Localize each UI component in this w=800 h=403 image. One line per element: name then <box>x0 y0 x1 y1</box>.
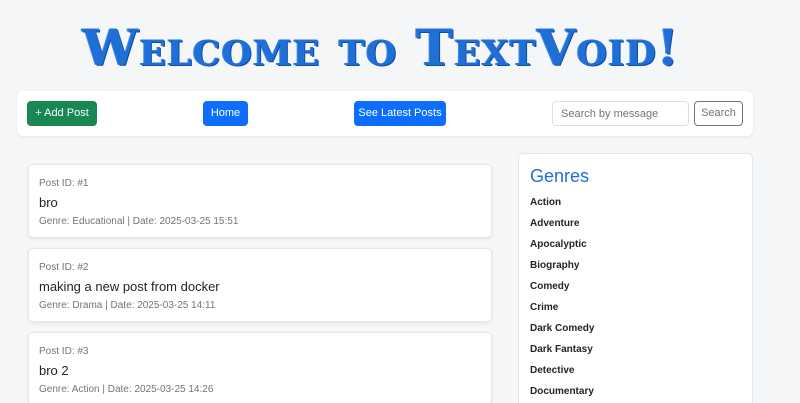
post-id: Post ID: #3 <box>39 346 89 357</box>
genre-link-dark-fantasy[interactable]: Dark Fantasy <box>530 339 741 360</box>
genre-link-action[interactable]: Action <box>530 192 741 213</box>
home-button[interactable]: Home <box>203 101 248 126</box>
search-button[interactable]: Search <box>694 101 743 126</box>
post-card[interactable]: Post ID: #3 bro 2 Genre: Action | Date: … <box>28 332 492 403</box>
genre-link-apocalyptic[interactable]: Apocalyptic <box>530 234 741 255</box>
genre-link-biography[interactable]: Biography <box>530 255 741 276</box>
post-message: making a new post from docker <box>39 279 220 294</box>
site-title: Welcome to TextVoid! <box>82 18 680 77</box>
toolbar: + Add Post Home See Latest Posts Search <box>17 91 753 136</box>
post-message: bro 2 <box>39 363 69 378</box>
genre-link-crime[interactable]: Crime <box>530 297 741 318</box>
genre-link-detective[interactable]: Detective <box>530 360 741 381</box>
genre-link-adventure[interactable]: Adventure <box>530 213 741 234</box>
post-card[interactable]: Post ID: #2 making a new post from docke… <box>28 248 492 322</box>
post-id: Post ID: #2 <box>39 262 89 273</box>
post-id: Post ID: #1 <box>39 178 89 189</box>
post-message: bro <box>39 195 58 210</box>
genre-link-documentary[interactable]: Documentary <box>530 381 741 402</box>
genres-sidebar: Genres Action Adventure Apocalyptic Biog… <box>518 153 753 403</box>
post-meta: Genre: Educational | Date: 2025-03-25 15… <box>39 216 239 227</box>
post-meta: Genre: Drama | Date: 2025-03-25 14:11 <box>39 300 216 311</box>
post-card[interactable]: Post ID: #1 bro Genre: Educational | Dat… <box>28 164 492 238</box>
add-post-button[interactable]: + Add Post <box>27 101 97 126</box>
genre-link-dark-comedy[interactable]: Dark Comedy <box>530 318 741 339</box>
genres-title: Genres <box>530 166 590 186</box>
post-meta: Genre: Action | Date: 2025-03-25 14:26 <box>39 384 214 395</box>
search-input[interactable] <box>552 101 689 126</box>
see-latest-posts-button[interactable]: See Latest Posts <box>354 101 446 126</box>
genre-link-comedy[interactable]: Comedy <box>530 276 741 297</box>
